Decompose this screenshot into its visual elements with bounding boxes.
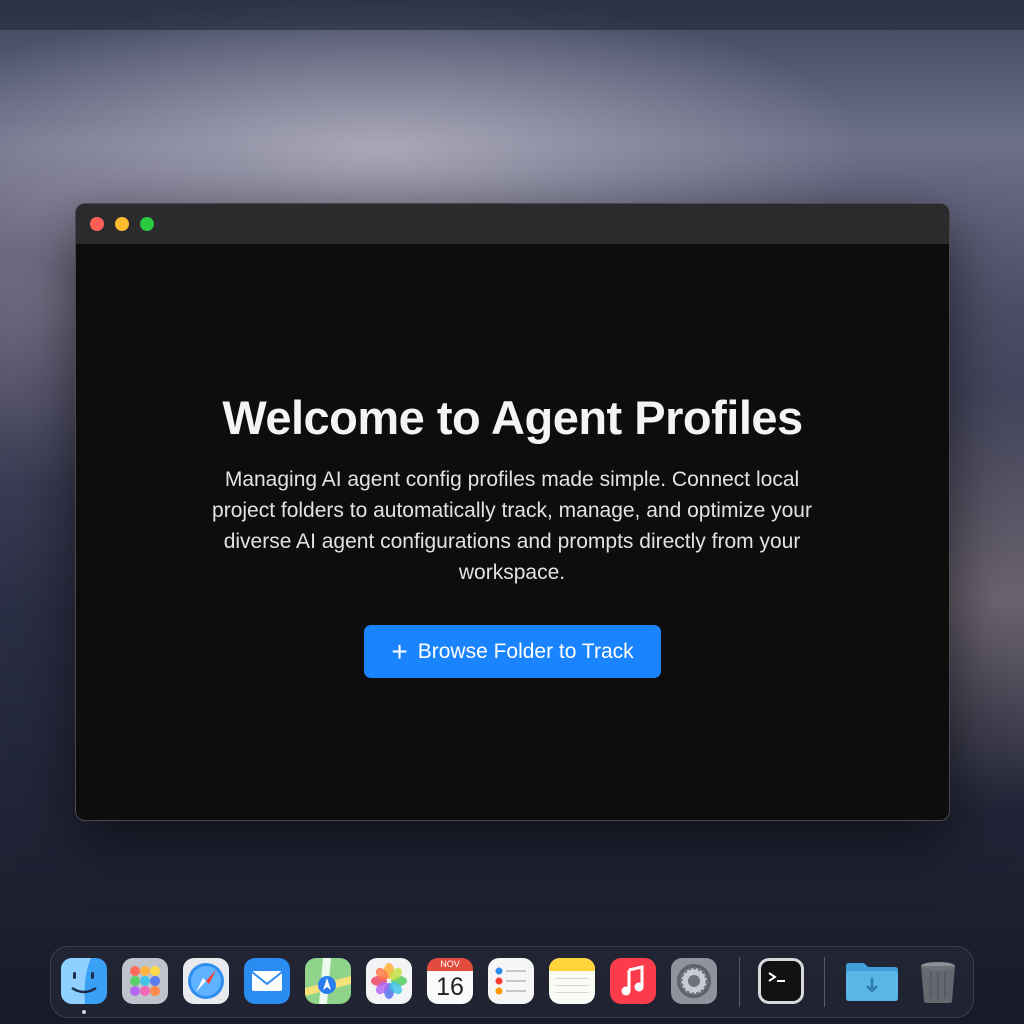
downloads-folder-icon[interactable] (844, 958, 900, 1004)
menu-bar-area (0, 0, 1024, 30)
dock: NOV 16 (50, 946, 974, 1018)
close-window-button[interactable] (90, 217, 104, 231)
system-settings-icon[interactable] (671, 958, 717, 1004)
minimize-window-button[interactable] (115, 217, 129, 231)
mail-icon[interactable] (244, 958, 290, 1004)
photos-icon[interactable] (366, 958, 412, 1004)
browse-folder-label: Browse Folder to Track (417, 639, 634, 663)
welcome-title: Welcome to Agent Profiles (222, 391, 803, 444)
app-window: Welcome to Agent Profiles Managing AI ag… (75, 203, 950, 821)
trash-icon[interactable] (915, 958, 961, 1004)
dock-separator (739, 957, 740, 1007)
music-icon[interactable] (610, 958, 656, 1004)
calendar-month: NOV (427, 958, 473, 971)
reminders-icon[interactable] (488, 958, 534, 1004)
welcome-description: Managing AI agent config profiles made s… (212, 468, 812, 584)
launchpad-icon[interactable] (122, 958, 168, 1004)
maps-icon[interactable] (305, 958, 351, 1004)
calendar-icon[interactable]: NOV 16 (427, 958, 473, 1004)
dock-separator (824, 957, 825, 1007)
finder-icon[interactable] (61, 958, 107, 1004)
zoom-window-button[interactable] (140, 217, 154, 231)
window-titlebar[interactable] (76, 204, 949, 244)
welcome-content: Welcome to Agent Profiles Managing AI ag… (76, 244, 949, 820)
terminal-icon[interactable] (758, 958, 804, 1004)
finder-running-indicator (82, 1010, 86, 1014)
plus-icon: + (391, 635, 408, 667)
calendar-day: 16 (427, 971, 473, 1004)
browse-folder-button[interactable]: + Browse Folder to Track (364, 625, 661, 678)
notes-icon[interactable] (549, 958, 595, 1004)
safari-icon[interactable] (183, 958, 229, 1004)
